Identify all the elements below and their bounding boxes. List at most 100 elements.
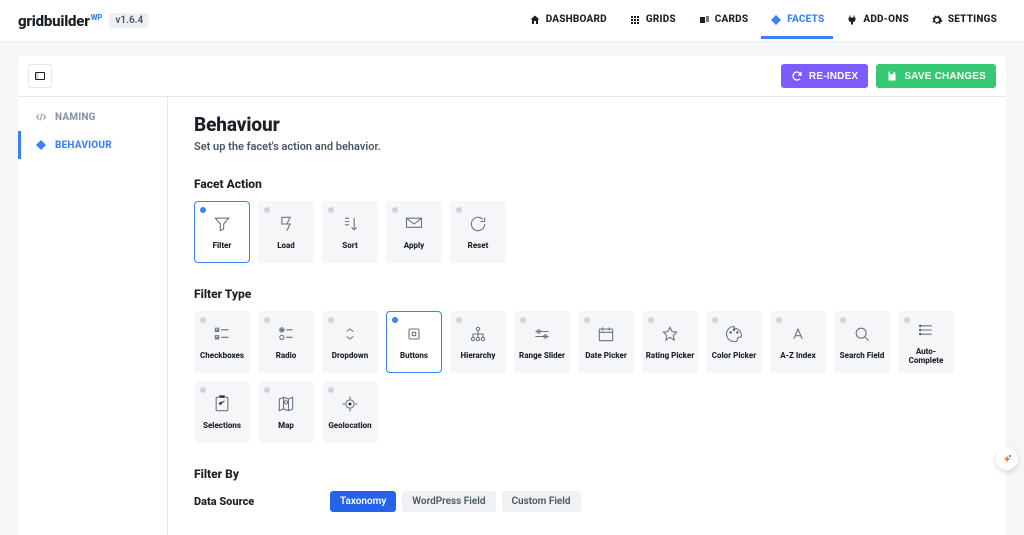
reindex-button[interactable]: RE-INDEX [781,64,868,88]
tile-label: Search Field [838,351,887,360]
tile-label: Radio [274,351,299,360]
plug-icon [846,14,858,26]
sidebar: NAMING BEHAVIOUR [18,97,168,535]
app-version: v1.6.4 [109,13,149,28]
radio-dot-icon [712,317,718,323]
nav-addons[interactable]: ADD-ONS [837,3,918,39]
radio-dot-icon [328,207,334,213]
data-source-pills: Taxonomy WordPress Field Custom Field [330,491,581,512]
app-badge: WP [91,13,103,22]
map-icon [276,393,296,415]
checkboxes-icon [212,323,232,345]
filter-icon [212,213,232,235]
facet-action-reset[interactable]: Reset [450,201,506,263]
facet-action-load[interactable]: Load [258,201,314,263]
sort-icon [340,213,360,235]
buttons-icon [404,323,424,345]
tile-label: Apply [402,241,427,250]
save-button[interactable]: SAVE CHANGES [876,64,996,88]
filter-type-az-index[interactable]: A-Z Index [770,311,826,373]
page-title: Behaviour [194,113,980,136]
facet-action-sort[interactable]: Sort [322,201,378,263]
diamond-icon [770,14,782,26]
nav-cards[interactable]: CARDS [689,3,757,39]
filter-by-label: Filter By [194,467,980,481]
diamond-icon [35,139,47,151]
radio-dot-icon [904,317,910,323]
radio-dot-icon [456,207,462,213]
nav-settings[interactable]: SETTINGS [922,3,1006,39]
tile-label: Reset [466,241,491,250]
tile-label: Map [276,421,296,430]
nav-facets[interactable]: FACETS [761,3,833,39]
apply-icon [404,213,424,235]
data-source-custom-field[interactable]: Custom Field [502,491,581,512]
facet-action-label: Facet Action [194,177,980,191]
filter-type-geolocation[interactable]: Geolocation [322,381,378,443]
dropdown-icon [340,323,360,345]
toggle-panel-button[interactable] [28,64,52,88]
load-icon [276,213,296,235]
main: Behaviour Set up the facet's action and … [168,97,1006,535]
cards-icon [698,14,710,26]
data-source-wp-field[interactable]: WordPress Field [402,491,495,512]
refresh-icon [791,70,803,82]
filter-type-selections[interactable]: Selections [194,381,250,443]
help-bubble[interactable] [996,448,1018,470]
filter-type-search-field[interactable]: Search Field [834,311,890,373]
tile-label: Hierarchy [459,351,498,360]
facet-action-apply[interactable]: Apply [386,201,442,263]
filter-type-color-picker[interactable]: Color Picker [706,311,762,373]
filter-type-hierarchy[interactable]: Hierarchy [450,311,506,373]
app-logo: gridbuilderWP [18,12,101,30]
filter-type-map[interactable]: Map [258,381,314,443]
filter-type-date-picker[interactable]: Date Picker [578,311,634,373]
radio-dot-icon [328,317,334,323]
radio-dot-icon [328,387,334,393]
tile-label: Auto-Complete [899,347,953,365]
save-icon [886,70,898,82]
radio-dot-icon [520,317,526,323]
tile-label: Checkboxes [198,351,246,360]
home-icon [529,14,541,26]
geolocation-icon [340,393,360,415]
filter-type-rating-picker[interactable]: Rating Picker [642,311,698,373]
hierarchy-icon [468,323,488,345]
filter-type-checkboxes[interactable]: Checkboxes [194,311,250,373]
data-source-row: Data Source TaxonomyWordPress FieldCusto… [194,491,980,512]
page: RE-INDEX SAVE CHANGES NAMING BEHAVIOUR B… [0,42,1024,535]
date-picker-icon [596,323,616,345]
tile-label: Date Picker [583,351,629,360]
filter-type-auto-complete[interactable]: Auto-Complete [898,311,954,373]
nav-grids[interactable]: GRIDS [620,3,685,39]
selections-icon [212,393,232,415]
gear-icon [931,14,943,26]
body: NAMING BEHAVIOUR Behaviour Set up the fa… [18,97,1006,535]
radio-dot-icon [264,387,270,393]
tile-label: Sort [340,241,359,250]
sheet: RE-INDEX SAVE CHANGES NAMING BEHAVIOUR B… [18,56,1006,535]
filter-type-radio[interactable]: Radio [258,311,314,373]
radio-dot-icon [392,317,398,323]
code-icon [35,111,47,123]
range-slider-icon [532,323,552,345]
sidebar-item-behaviour[interactable]: BEHAVIOUR [18,131,167,159]
nav-dashboard[interactable]: DASHBOARD [520,3,616,39]
filter-type-dropdown[interactable]: Dropdown [322,311,378,373]
filter-type-buttons[interactable]: Buttons [386,311,442,373]
rating-picker-icon [660,323,680,345]
data-source-taxonomy[interactable]: Taxonomy [330,491,396,512]
radio-dot-icon [584,317,590,323]
tile-label: A-Z Index [778,351,817,360]
sidebar-item-naming[interactable]: NAMING [18,103,167,131]
reset-icon [468,213,488,235]
search-field-icon [852,323,872,345]
toolbar: RE-INDEX SAVE CHANGES [18,56,1006,97]
filter-type-range-slider[interactable]: Range Slider [514,311,570,373]
page-subtitle: Set up the facet's action and behavior. [194,140,980,153]
radio-icon [276,323,296,345]
facet-action-filter[interactable]: Filter [194,201,250,263]
filter-type-label: Filter Type [194,287,980,301]
auto-complete-icon [916,319,936,341]
facet-action-tiles: FilterLoad Sort Apply Reset [194,201,980,263]
